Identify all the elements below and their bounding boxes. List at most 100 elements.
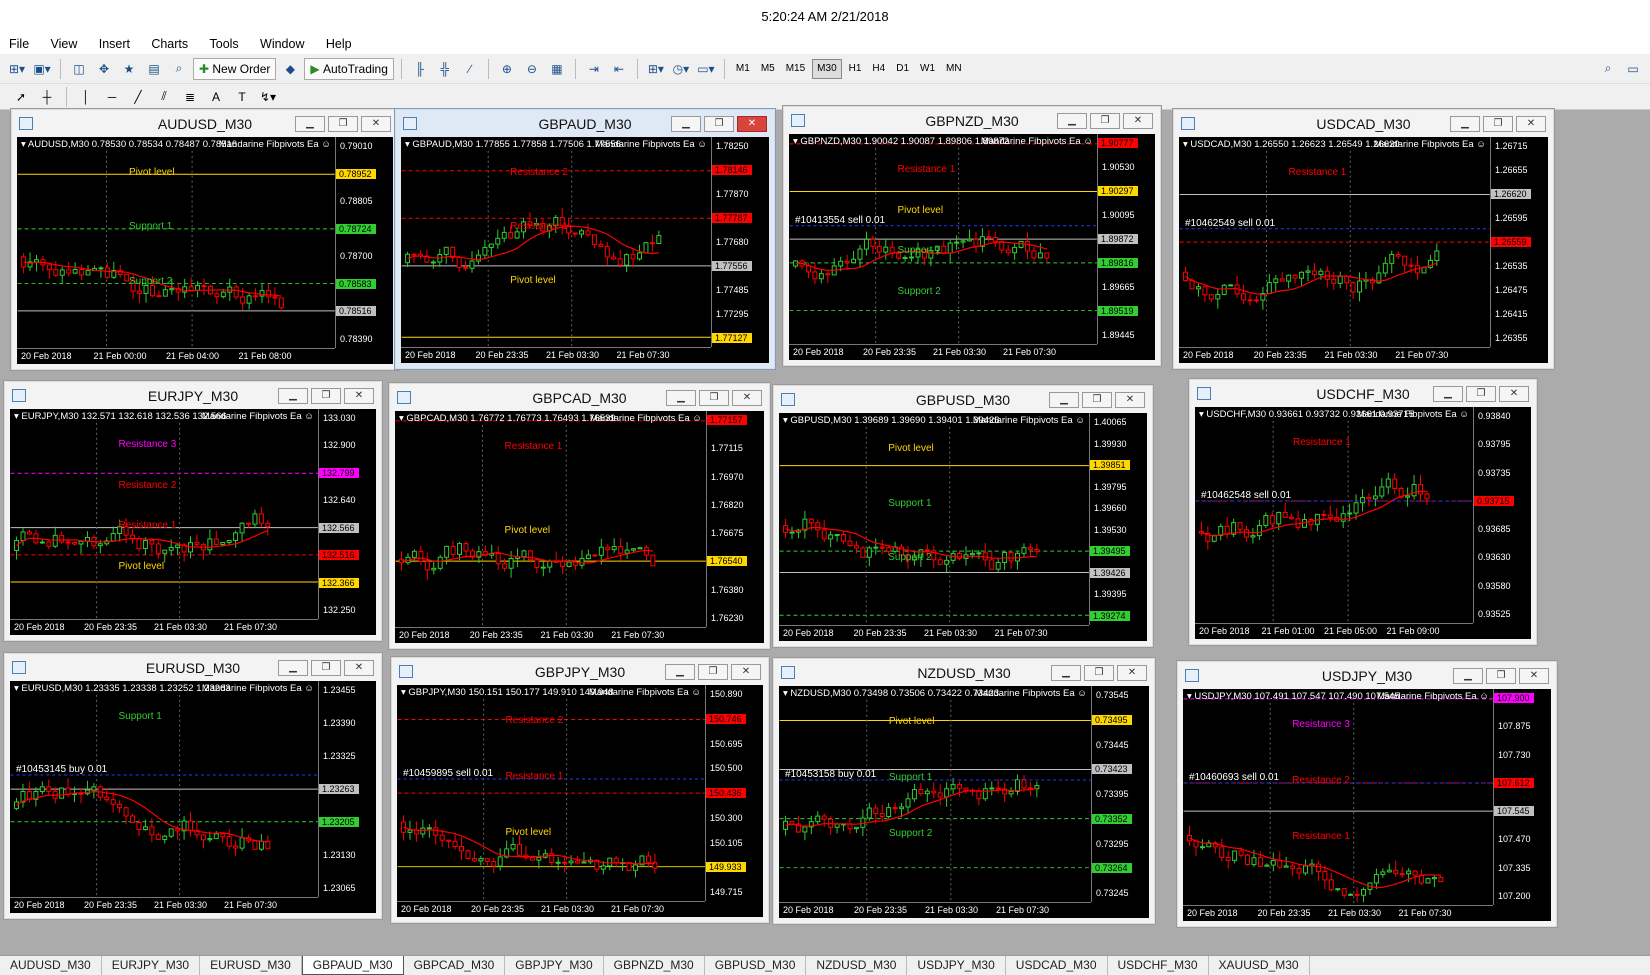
- chart-canvas[interactable]: ▾ GBPAUD,M30 1.77855 1.77858 1.77506 1.7…: [401, 137, 769, 363]
- chat-icon[interactable]: ▭: [1622, 58, 1644, 80]
- close-button[interactable]: ✕: [732, 390, 762, 406]
- chart-window-eurjpy-m30[interactable]: EURJPY_M30 ▁ ❐ ✕ ▾ EURJPY,M30 132.571 13…: [3, 380, 383, 642]
- tf-m1[interactable]: M1: [732, 59, 754, 79]
- minimize-button[interactable]: ▁: [278, 388, 308, 404]
- maximize-button[interactable]: ❐: [1084, 665, 1114, 681]
- maximize-button[interactable]: ❐: [699, 390, 729, 406]
- fibonacci-icon[interactable]: ≣: [179, 86, 201, 108]
- chart-canvas[interactable]: ▾ GBPNZD,M30 1.90042 1.90087 1.89806 1.8…: [789, 134, 1155, 360]
- chart-shift-icon[interactable]: ⇤: [608, 58, 630, 80]
- price-axis[interactable]: 107.900 107.875 107.730 107.612 107.545 107.4…: [1493, 689, 1551, 905]
- tab-usdchf-m30[interactable]: USDCHF_M30: [1108, 956, 1209, 975]
- close-button[interactable]: ✕: [1516, 116, 1546, 132]
- market-watch-icon[interactable]: ◫: [68, 58, 90, 80]
- tf-m30[interactable]: M30: [812, 58, 842, 79]
- price-axis[interactable]: 0.73545 0.73495 0.73445 0.73423 0.73395 0.733…: [1091, 686, 1149, 902]
- periods-icon[interactable]: ◷▾: [670, 58, 692, 80]
- time-axis[interactable]: 20 Feb 2018 20 Feb 23:35 21 Feb 03:30 21 Fe…: [401, 347, 711, 363]
- minimize-button[interactable]: ▁: [1051, 665, 1081, 681]
- tf-mn[interactable]: MN: [942, 59, 966, 79]
- order-label[interactable]: #10453145 buy 0.01: [16, 764, 107, 775]
- tf-h4[interactable]: H4: [868, 59, 889, 79]
- tf-d1[interactable]: D1: [892, 59, 913, 79]
- close-button[interactable]: ✕: [1123, 113, 1153, 129]
- tab-usdcad-m30[interactable]: USDCAD_M30: [1006, 956, 1108, 975]
- strategy-tester-icon[interactable]: ⌕: [168, 58, 190, 80]
- tab-gbpjpy-m30[interactable]: GBPJPY_M30: [505, 956, 604, 975]
- chart-window-titlebar[interactable]: USDCAD_M30 ▁ ❐ ✕: [1173, 109, 1554, 137]
- minimize-button[interactable]: ▁: [671, 116, 701, 132]
- time-axis[interactable]: 20 Feb 2018 20 Feb 23:35 21 Feb 03:30 21 Fe…: [789, 344, 1097, 360]
- tab-eurjpy-m30[interactable]: EURJPY_M30: [102, 956, 201, 975]
- chart-window-titlebar[interactable]: NZDUSD_M30 ▁ ❐ ✕: [773, 658, 1155, 686]
- terminal-icon[interactable]: ▤: [143, 58, 165, 80]
- maximize-button[interactable]: ❐: [1486, 668, 1516, 684]
- horizontal-line-icon[interactable]: ─: [101, 86, 123, 108]
- new-chart-icon[interactable]: ⊞▾: [6, 58, 28, 80]
- chart-window-gbpjpy-m30[interactable]: GBPJPY_M30 ▁ ❐ ✕ ▾ GBPJPY,M30 150.151 15…: [390, 656, 770, 924]
- price-axis[interactable]: 0.93840 0.93795 0.93735 0.93715 0.93685 0.936…: [1473, 407, 1531, 623]
- meta-editor-icon[interactable]: ◆: [279, 58, 301, 80]
- minimize-button[interactable]: ▁: [1433, 386, 1463, 402]
- profiles-icon[interactable]: ▣▾: [31, 58, 53, 80]
- maximize-button[interactable]: ❐: [1082, 392, 1112, 408]
- time-axis[interactable]: 20 Feb 2018 21 Feb 00:00 21 Feb 04:00 21 Fe…: [17, 348, 335, 364]
- time-axis[interactable]: 20 Feb 2018 20 Feb 23:35 21 Feb 03:30 21 Fe…: [779, 902, 1091, 918]
- chart-window-titlebar[interactable]: EURJPY_M30 ▁ ❐ ✕: [4, 381, 382, 409]
- zoom-out-icon[interactable]: ⊖: [521, 58, 543, 80]
- chart-window-gbpaud-m30[interactable]: GBPAUD_M30 ▁ ❐ ✕ ▾ GBPAUD,M30 1.77855 1.…: [394, 108, 776, 370]
- chart-canvas[interactable]: ▾ GBPCAD,M30 1.76772 1.76773 1.76493 1.7…: [395, 411, 764, 643]
- chart-canvas[interactable]: ▾ USDCAD,M30 1.26550 1.26623 1.26549 1.2…: [1179, 137, 1548, 363]
- close-button[interactable]: ✕: [344, 388, 374, 404]
- cursor-icon[interactable]: ➚: [10, 86, 32, 108]
- minimize-button[interactable]: ▁: [1450, 116, 1480, 132]
- minimize-button[interactable]: ▁: [665, 664, 695, 680]
- minimize-button[interactable]: ▁: [295, 116, 325, 132]
- search-icon[interactable]: ⌕: [1597, 58, 1619, 80]
- tab-gbpnzd-m30[interactable]: GBPNZD_M30: [604, 956, 705, 975]
- text-icon[interactable]: A: [205, 86, 227, 108]
- tab-gbpusd-m30[interactable]: GBPUSD_M30: [705, 956, 807, 975]
- maximize-button[interactable]: ❐: [704, 116, 734, 132]
- channel-icon[interactable]: ⫽: [153, 86, 175, 108]
- menu-tools[interactable]: Tools: [201, 34, 248, 54]
- close-button[interactable]: ✕: [1117, 665, 1147, 681]
- chart-window-titlebar[interactable]: GBPUSD_M30 ▁ ❐ ✕: [773, 385, 1153, 413]
- order-label[interactable]: #10413554 sell 0.01: [795, 215, 885, 226]
- bar-chart-icon[interactable]: ╟: [409, 58, 431, 80]
- chart-window-usdcad-m30[interactable]: USDCAD_M30 ▁ ❐ ✕ ▾ USDCAD,M30 1.26550 1.…: [1172, 108, 1555, 370]
- price-axis[interactable]: 1.23455 1.23390 1.23325 1.23263 1.23205 1.231…: [318, 681, 376, 897]
- time-axis[interactable]: 20 Feb 2018 20 Feb 23:35 21 Feb 03:30 21 Fe…: [10, 619, 318, 635]
- line-chart-icon[interactable]: ∕: [459, 58, 481, 80]
- indicators-icon[interactable]: ⊞▾: [645, 58, 667, 80]
- maximize-button[interactable]: ❐: [1090, 113, 1120, 129]
- templates-icon[interactable]: ▭▾: [695, 58, 717, 80]
- menu-view[interactable]: View: [42, 34, 87, 54]
- chart-canvas[interactable]: ▾ EURUSD,M30 1.23335 1.23338 1.23252 1.2…: [10, 681, 376, 913]
- chart-window-gbpcad-m30[interactable]: GBPCAD_M30 ▁ ❐ ✕ ▾ GBPCAD,M30 1.76772 1.…: [388, 382, 771, 650]
- maximize-button[interactable]: ❐: [698, 664, 728, 680]
- close-button[interactable]: ✕: [1519, 668, 1549, 684]
- close-button[interactable]: ✕: [1499, 386, 1529, 402]
- chart-canvas[interactable]: ▾ USDCHF,M30 0.93661 0.93732 0.93661 0.9…: [1195, 407, 1531, 639]
- chart-canvas[interactable]: ▾ GBPUSD,M30 1.39689 1.39690 1.39401 1.3…: [779, 413, 1147, 641]
- minimize-button[interactable]: ▁: [1049, 392, 1079, 408]
- minimize-button[interactable]: ▁: [666, 390, 696, 406]
- chart-window-titlebar[interactable]: GBPCAD_M30 ▁ ❐ ✕: [389, 383, 770, 411]
- price-axis[interactable]: 1.77157 1.77115 1.76970 1.76820 1.76675 1.765…: [706, 411, 764, 627]
- navigator-icon[interactable]: ★: [118, 58, 140, 80]
- tab-eurusd-m30[interactable]: EURUSD_M30: [200, 956, 302, 975]
- chart-window-titlebar[interactable]: EURUSD_M30 ▁ ❐ ✕: [4, 653, 382, 681]
- menu-help[interactable]: Help: [317, 34, 361, 54]
- chart-window-gbpnzd-m30[interactable]: GBPNZD_M30 ▁ ❐ ✕ ▾ GBPNZD,M30 1.90042 1.…: [782, 105, 1162, 367]
- tab-xauusd-m30[interactable]: XAUUSD_M30: [1209, 956, 1310, 975]
- price-axis[interactable]: 0.79010 0.78952 0.78805 0.78724 0.78700 0.785…: [335, 137, 393, 348]
- tile-windows-icon[interactable]: ▦: [546, 58, 568, 80]
- price-axis[interactable]: 1.40065 1.39930 1.39851 1.39795 1.39660 1.395…: [1089, 413, 1147, 625]
- chart-window-usdjpy-m30[interactable]: USDJPY_M30 ▁ ❐ ✕ ▾ USDJPY,M30 107.491 10…: [1176, 660, 1558, 928]
- price-axis[interactable]: 150.890 150.746 150.695 150.500 150.436 150.3…: [705, 685, 763, 901]
- chart-window-titlebar[interactable]: GBPNZD_M30 ▁ ❐ ✕: [783, 106, 1161, 134]
- chart-window-gbpusd-m30[interactable]: GBPUSD_M30 ▁ ❐ ✕ ▾ GBPUSD,M30 1.39689 1.…: [772, 384, 1154, 648]
- vertical-line-icon[interactable]: │: [75, 86, 97, 108]
- menu-window[interactable]: Window: [251, 34, 313, 54]
